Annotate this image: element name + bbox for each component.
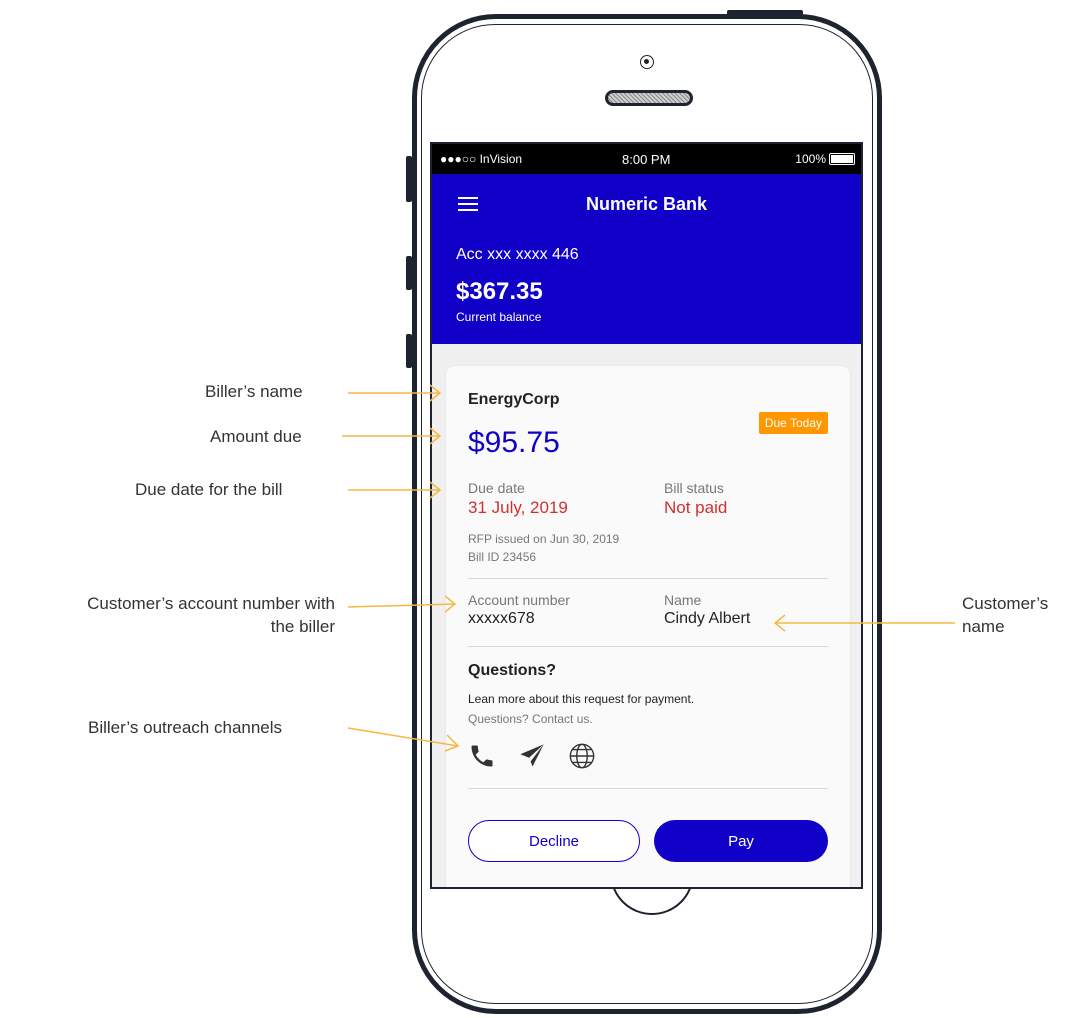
annotation-arrows xyxy=(342,384,955,752)
